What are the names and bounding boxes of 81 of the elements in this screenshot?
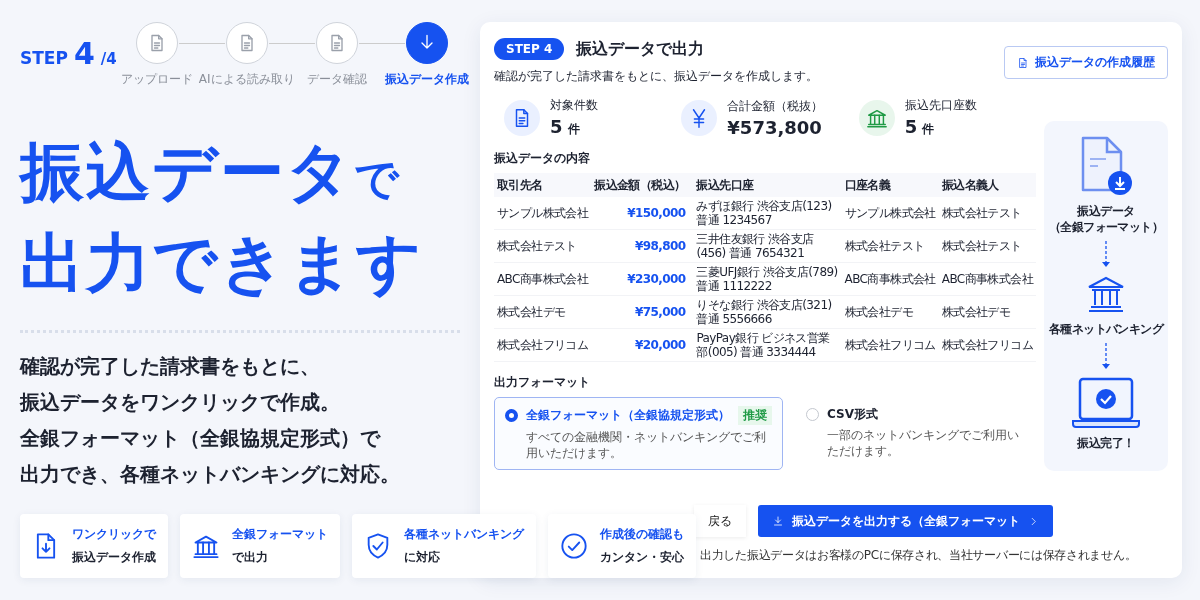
- amount-cell: ¥98,800: [591, 229, 694, 263]
- section-title: 出力フォーマット: [494, 374, 591, 391]
- stat-label: 合計金額（税抜）: [727, 97, 824, 115]
- table-cell: ABC商事株式会社: [841, 262, 939, 296]
- table-cell: 株式会社テスト: [494, 229, 592, 263]
- table-cell: りそな銀行 渋谷支店(321) 普通 5556666: [693, 295, 842, 329]
- section-title: 振込データの内容: [494, 150, 591, 167]
- table-cell: 株式会社フリコム: [494, 328, 592, 362]
- table-cell: サンプル株式会社: [841, 197, 939, 230]
- hero-title: 出力できます: [20, 226, 424, 300]
- table-cell: 株式会社フリコム: [938, 328, 1036, 362]
- feature-title: 全銀フォーマット: [232, 526, 328, 543]
- hero-title: で: [354, 153, 399, 204]
- column-header: 口座名義: [841, 173, 939, 197]
- table-cell: 三菱UFJ銀行 渋谷支店(789) 普通 1112222: [693, 262, 842, 296]
- hero-title: 振込データ: [20, 135, 354, 209]
- flow-label: 各種ネットバンキング: [1049, 321, 1163, 337]
- feature-title: 各種ネットバンキング: [404, 526, 524, 543]
- table-cell: 株式会社デモ: [841, 295, 939, 329]
- step-label: データ確認: [306, 71, 367, 88]
- radio-button[interactable]: [505, 409, 518, 422]
- option-label: 全銀フォーマット（全銀協規定形式）: [526, 407, 730, 424]
- option-description: すべての金融機関・ネットバンキングでご利用いただけます。: [525, 429, 767, 461]
- feature-subtitle: カンタン・安心: [600, 549, 684, 566]
- history-button[interactable]: 振込データの作成履歴: [1004, 46, 1168, 79]
- amount-cell: ¥20,000: [591, 328, 694, 362]
- format-option[interactable]: CSV形式 一部のネットバンキングでご利用いただけます。: [795, 397, 1036, 470]
- download-icon: [772, 515, 784, 527]
- laptop-check-drawing: [1071, 377, 1141, 429]
- stat-value: 5 件: [904, 116, 936, 138]
- column-header: 取引先名: [494, 173, 592, 197]
- feature-subtitle: 振込データ作成: [72, 549, 156, 566]
- step-badge: STEP 4: [494, 38, 565, 60]
- feature-title: 作成後の確認も: [600, 526, 684, 543]
- table-cell: サンプル株式会社: [494, 197, 592, 230]
- option-description: 一部のネットバンキングでご利用いただけます。: [826, 427, 1020, 459]
- radio-button[interactable]: [806, 408, 819, 421]
- table-cell: ABC商事株式会社: [494, 262, 592, 296]
- dashed-arrow: [1101, 343, 1111, 371]
- recommended-tag: 推奨: [738, 406, 772, 425]
- table-cell: 株式会社デモ: [938, 295, 1036, 329]
- step-label: 振込データ作成: [384, 71, 469, 88]
- stat-value: ¥573,800: [727, 116, 823, 138]
- back-button[interactable]: 戻る: [694, 505, 746, 537]
- table-cell: 株式会社テスト: [938, 229, 1036, 263]
- stat-value: 5 件: [550, 116, 581, 138]
- export-button[interactable]: 振込データを出力する（全銀フォーマット: [758, 505, 1053, 537]
- column-header: 振込金額（税込）: [591, 173, 694, 197]
- table-cell: 株式会社デモ: [494, 295, 592, 329]
- step-counter: STEP 4 /4: [20, 36, 117, 71]
- table-cell: 株式会社テスト: [938, 197, 1036, 230]
- amount-cell: ¥150,000: [591, 197, 694, 230]
- feature-title: ワンクリックで: [72, 526, 156, 543]
- step-label: AIによる読み取り: [198, 71, 295, 88]
- table-cell: みずほ銀行 渋谷支店(123) 普通 1234567: [693, 197, 842, 230]
- stat-label: 振込先口座数: [904, 97, 977, 114]
- column-header: 振込名義人: [938, 173, 1036, 197]
- panel-title: 振込データで出力: [576, 38, 705, 60]
- table-cell: PayPay銀行 ビジネス営業部(005) 普通 3334444: [693, 328, 842, 362]
- table-cell: ABC商事株式会社: [938, 262, 1036, 296]
- bank-drawing: [1086, 275, 1126, 315]
- format-option[interactable]: 全銀フォーマット（全銀協規定形式） 推奨 すべての金融機関・ネットバンキングでご利用いただけます。: [494, 397, 783, 470]
- stat-label: 対象件数: [550, 97, 598, 114]
- flow-label: 振込完了！: [1077, 435, 1135, 451]
- dashed-arrow: [1101, 241, 1111, 269]
- file-download-drawing: [1080, 135, 1132, 197]
- table-cell: 株式会社テスト: [841, 229, 939, 263]
- step-label: アップロード: [120, 71, 193, 88]
- feature-subtitle: に対応: [404, 549, 441, 566]
- hero-description: 確認が完了した請求書をもとに、 振込データをワンクリックで作成。 全銀フォーマット（全銀協規定形式）で 出力でき、各種ネットバンキングに対応。: [20, 354, 401, 488]
- document-icon: [1017, 56, 1029, 69]
- check-circle-icon: [560, 532, 588, 560]
- feature-subtitle: で出力: [232, 549, 269, 566]
- flow-label: 振込データ （全銀フォーマット）: [1049, 203, 1163, 235]
- table-cell: 株式会社フリコム: [841, 328, 939, 362]
- panel-subtitle: 確認が完了した請求書をもとに、振込データを作成します。: [494, 68, 818, 85]
- amount-cell: ¥75,000: [591, 295, 694, 329]
- column-header: 振込先口座: [693, 173, 842, 197]
- amount-cell: ¥230,000: [591, 262, 694, 296]
- option-label: CSV形式: [827, 406, 878, 423]
- table-cell: 三井住友銀行 渋谷支店(456) 普通 7654321: [693, 229, 842, 263]
